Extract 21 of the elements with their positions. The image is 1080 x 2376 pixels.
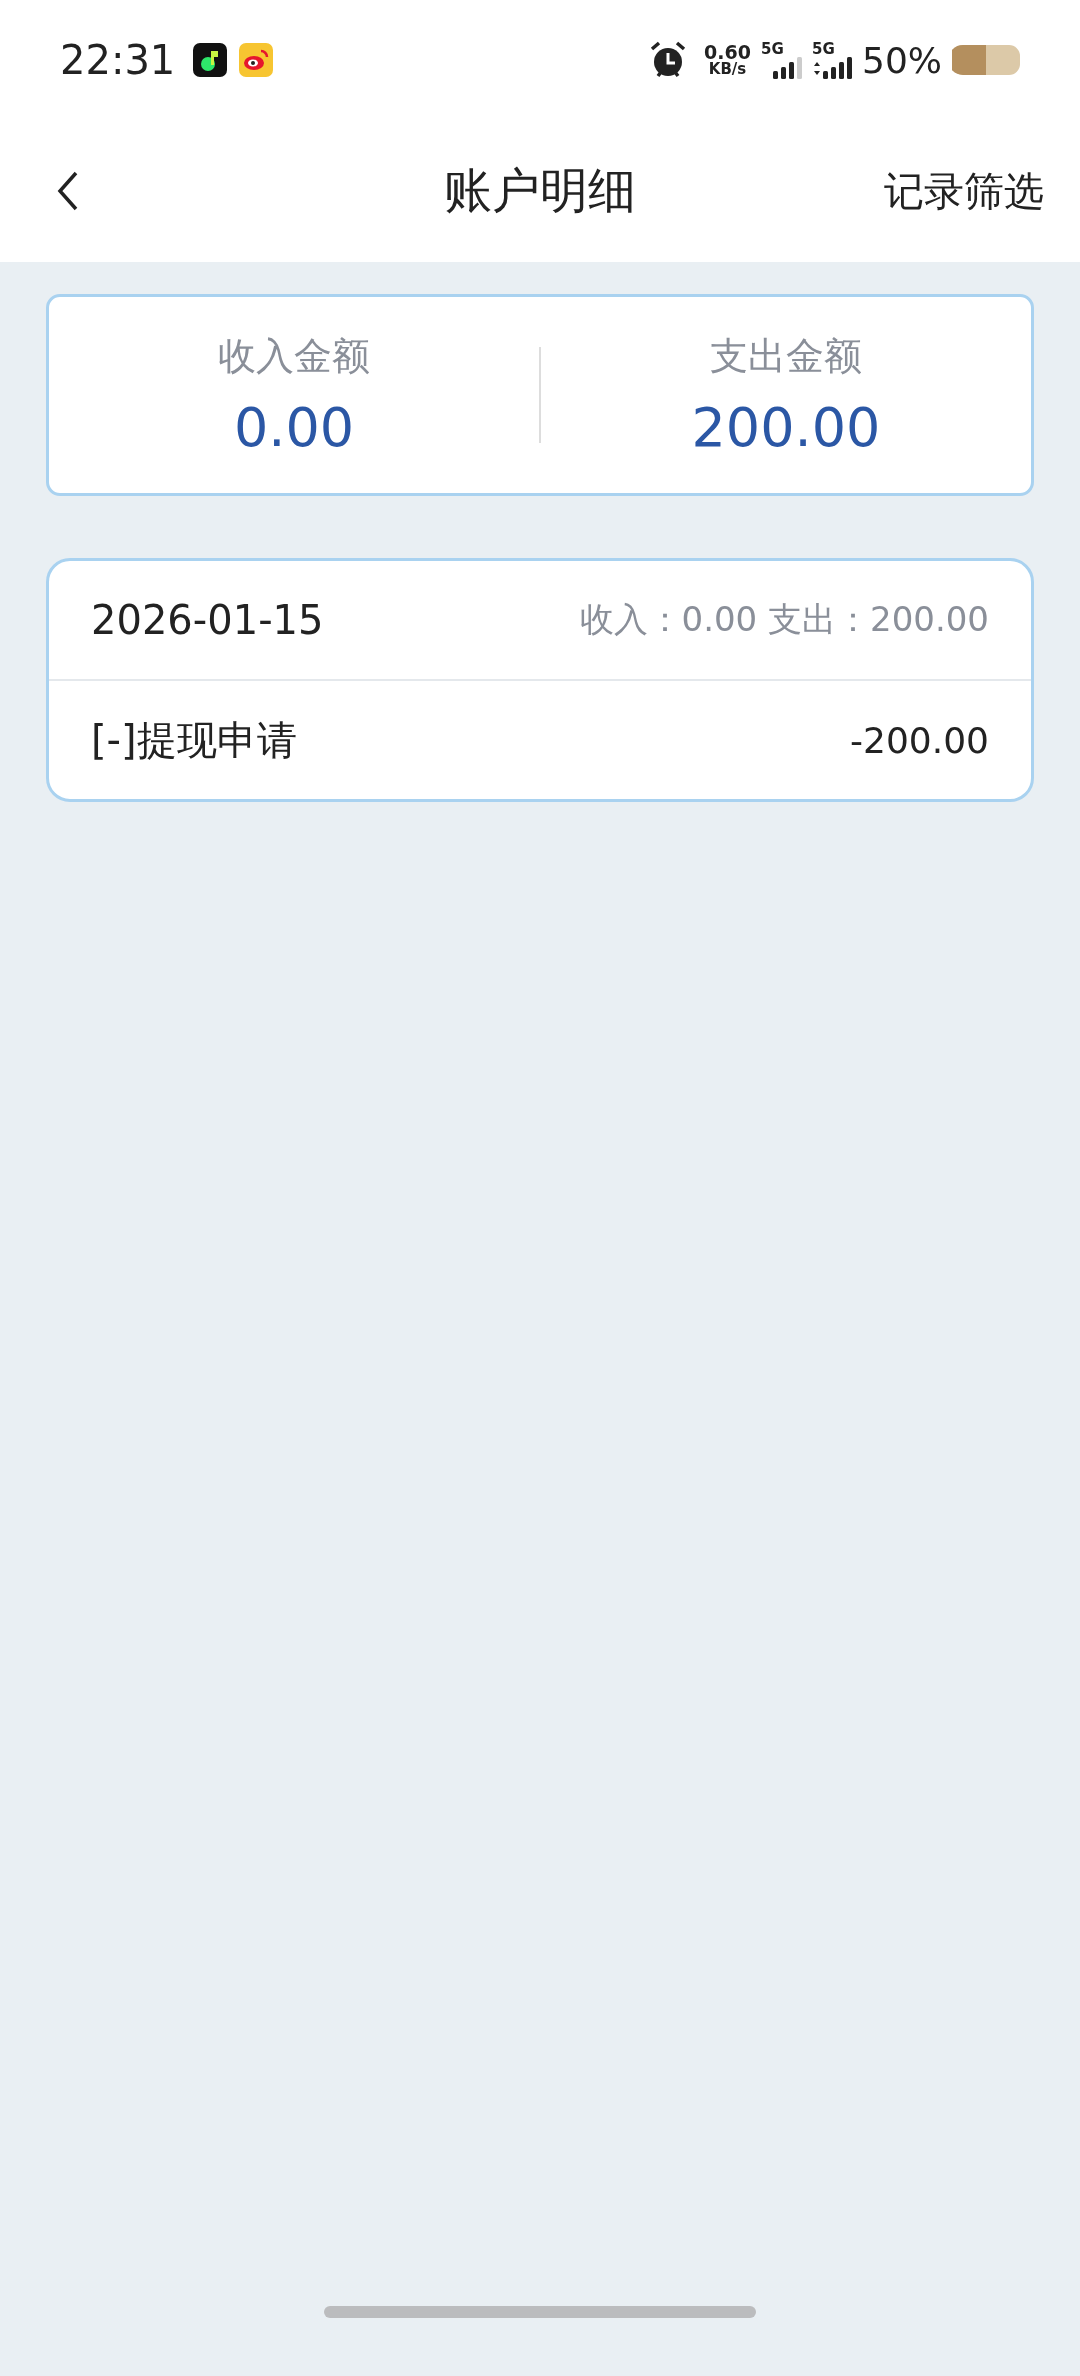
- music-app-icon: [193, 43, 228, 77]
- network-type: 5G: [761, 41, 784, 57]
- record-date: 2026-01-15: [91, 597, 324, 643]
- record-title: [-]提现申请: [91, 715, 297, 765]
- battery-icon: [952, 45, 1020, 75]
- battery-percent: 50%: [862, 39, 942, 81]
- summary-label: 支出金额: [710, 333, 862, 380]
- network-speed: 0.60: [704, 43, 751, 62]
- status-time: 22:31: [60, 37, 176, 83]
- page-title: 账户明细: [443, 161, 637, 220]
- signal-icon: [812, 56, 852, 79]
- summary-amount: 0.00: [233, 396, 355, 459]
- summary-label: 收入金额: [218, 333, 370, 380]
- filter-button[interactable]: 记录筛选: [884, 163, 1044, 219]
- summary-amount: 200.00: [691, 396, 881, 459]
- speed-unit: KB/s: [708, 62, 747, 77]
- signal-icon: [773, 56, 802, 79]
- back-icon[interactable]: [56, 170, 80, 212]
- day-totals: 收入：0.00 支出：200.00: [579, 598, 989, 641]
- network-type: 5G: [812, 41, 835, 57]
- record-amount: -200.00: [850, 719, 989, 761]
